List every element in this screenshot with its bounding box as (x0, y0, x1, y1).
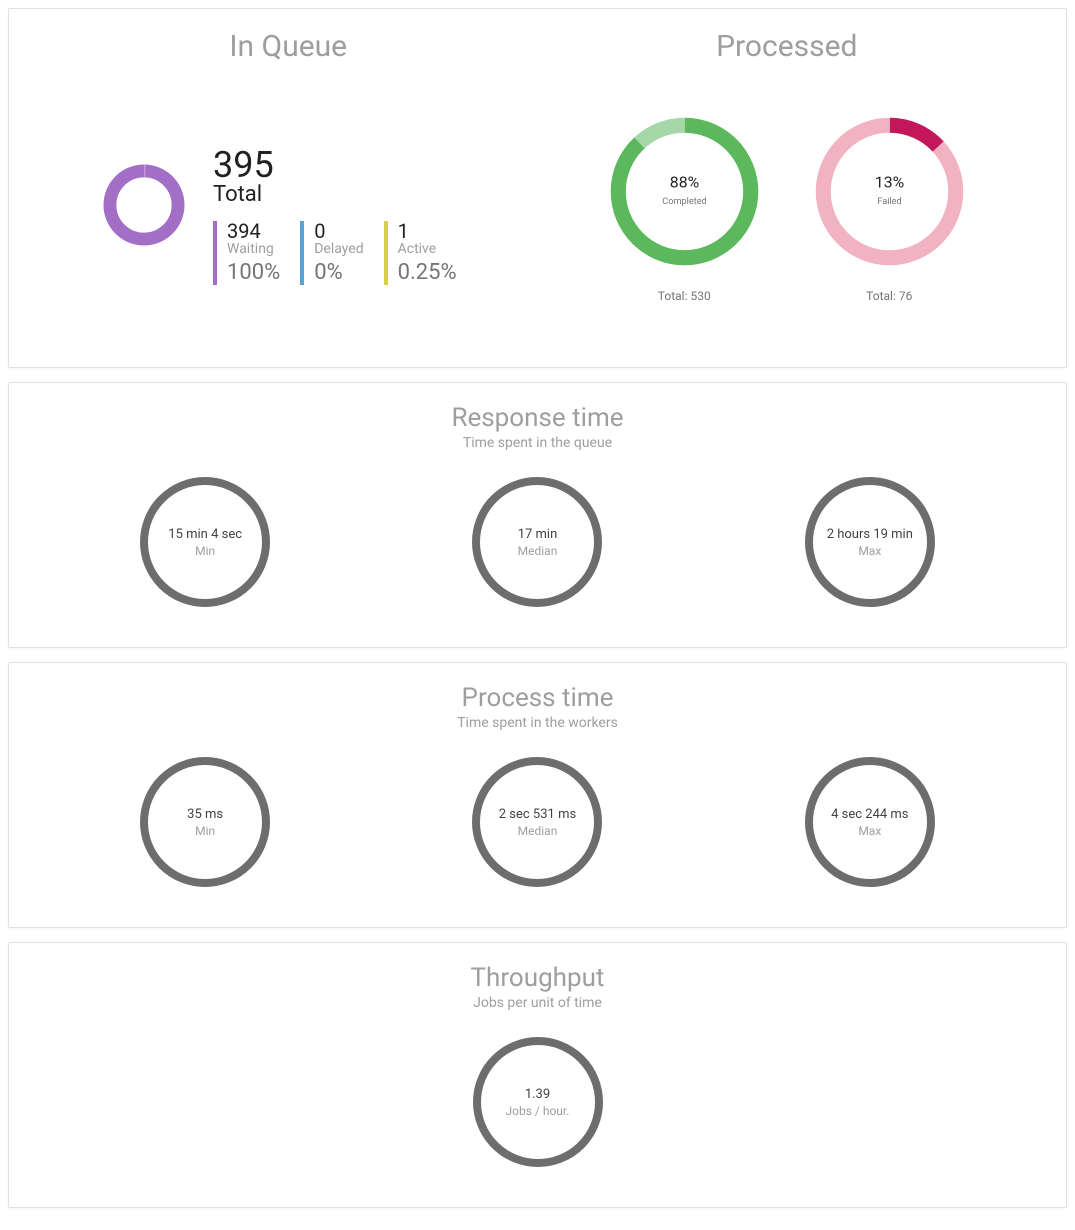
processed-section: Processed 88% Completed Total: 530 13% F… (538, 29, 1037, 337)
breakdown-active: 1 Active 0.25% (384, 221, 457, 285)
throughput-rings: 1.39 Jobs / hour. (39, 1037, 1036, 1167)
response-min-value: 15 min 4 sec (168, 527, 242, 542)
failed-donut-icon: 13% Failed (802, 104, 977, 279)
response-time-rings: 15 min 4 sec Min 17 min Median 2 hours 1… (39, 477, 1036, 607)
response-min-label: Min (195, 544, 215, 558)
response-time-title: Response time (39, 403, 1036, 433)
delayed-pct: 0% (314, 260, 363, 285)
throughput-card: Throughput Jobs per unit of time 1.39 Jo… (8, 942, 1067, 1208)
delayed-count: 0 (314, 221, 363, 241)
process-max-label: Max (858, 824, 881, 838)
completed-pct-text: 88% (670, 172, 699, 191)
throughput-subtitle: Jobs per unit of time (39, 995, 1036, 1011)
in-queue-section: In Queue 395 Total 394 Waiting 100% 0 (39, 29, 538, 337)
completed-donut-icon: 88% Completed (597, 104, 772, 279)
breakdown-waiting: 394 Waiting 100% (213, 221, 280, 285)
breakdown-delayed: 0 Delayed 0% (300, 221, 363, 285)
delayed-label: Delayed (314, 241, 363, 258)
ring-icon: 15 min 4 sec Min (140, 477, 270, 607)
failed-label: Failed (877, 197, 901, 207)
throughput-value: 1.39 (525, 1087, 550, 1102)
response-max-label: Max (858, 544, 881, 558)
process-max-ring: 4 sec 244 ms Max (805, 757, 935, 887)
in-queue-content: 395 Total 394 Waiting 100% 0 Delayed 0% … (39, 144, 538, 285)
process-min-ring: 35 ms Min (140, 757, 270, 887)
ring-icon: 17 min Median (472, 477, 602, 607)
process-time-rings: 35 ms Min 2 sec 531 ms Median 4 sec 244 … (39, 757, 1036, 887)
completed-total-text: Total: 530 (597, 289, 772, 303)
ring-icon: 4 sec 244 ms Max (805, 757, 935, 887)
response-max-value: 2 hours 19 min (827, 527, 913, 542)
process-min-value: 35 ms (187, 807, 223, 822)
process-median-value: 2 sec 531 ms (499, 807, 576, 822)
completed-label: Completed (662, 197, 706, 207)
failed-donut-wrap: 13% Failed Total: 76 (802, 104, 977, 303)
overview-card: In Queue 395 Total 394 Waiting 100% 0 (8, 8, 1067, 368)
ring-icon: 2 hours 19 min Max (805, 477, 935, 607)
throughput-label: Jobs / hour. (506, 1104, 570, 1118)
failed-total-text: Total: 76 (802, 289, 977, 303)
active-pct: 0.25% (398, 260, 457, 285)
completed-donut-wrap: 88% Completed Total: 530 (597, 104, 772, 303)
process-time-subtitle: Time spent in the workers (39, 715, 1036, 731)
throughput-title: Throughput (39, 963, 1036, 993)
process-median-label: Median (518, 824, 558, 838)
response-median-value: 17 min (518, 527, 558, 542)
ring-icon: 35 ms Min (140, 757, 270, 887)
process-max-value: 4 sec 244 ms (831, 807, 908, 822)
queue-stats: 395 Total 394 Waiting 100% 0 Delayed 0% … (213, 144, 457, 285)
process-min-label: Min (195, 824, 215, 838)
queue-total-label: Total (213, 182, 457, 207)
waiting-label: Waiting (227, 241, 280, 258)
throughput-ring: 1.39 Jobs / hour. (473, 1037, 603, 1167)
queue-breakdown: 394 Waiting 100% 0 Delayed 0% 1 Active 0… (213, 221, 457, 285)
response-max-ring: 2 hours 19 min Max (805, 477, 935, 607)
processed-title: Processed (538, 29, 1037, 64)
response-median-label: Median (518, 544, 558, 558)
response-median-ring: 17 min Median (472, 477, 602, 607)
ring-icon: 2 sec 531 ms Median (472, 757, 602, 887)
queue-donut-icon (99, 160, 189, 250)
ring-icon: 1.39 Jobs / hour. (473, 1037, 603, 1167)
failed-pct-text: 13% (875, 172, 904, 191)
active-label: Active (398, 241, 457, 258)
response-time-subtitle: Time spent in the queue (39, 435, 1036, 451)
response-min-ring: 15 min 4 sec Min (140, 477, 270, 607)
waiting-count: 394 (227, 221, 280, 241)
in-queue-title: In Queue (39, 29, 538, 64)
active-count: 1 (398, 221, 457, 241)
processed-content: 88% Completed Total: 530 13% Failed Tota… (538, 104, 1037, 303)
process-time-title: Process time (39, 683, 1036, 713)
queue-total-value: 395 (213, 144, 457, 186)
process-median-ring: 2 sec 531 ms Median (472, 757, 602, 887)
process-time-card: Process time Time spent in the workers 3… (8, 662, 1067, 928)
waiting-pct: 100% (227, 260, 280, 285)
response-time-card: Response time Time spent in the queue 15… (8, 382, 1067, 648)
